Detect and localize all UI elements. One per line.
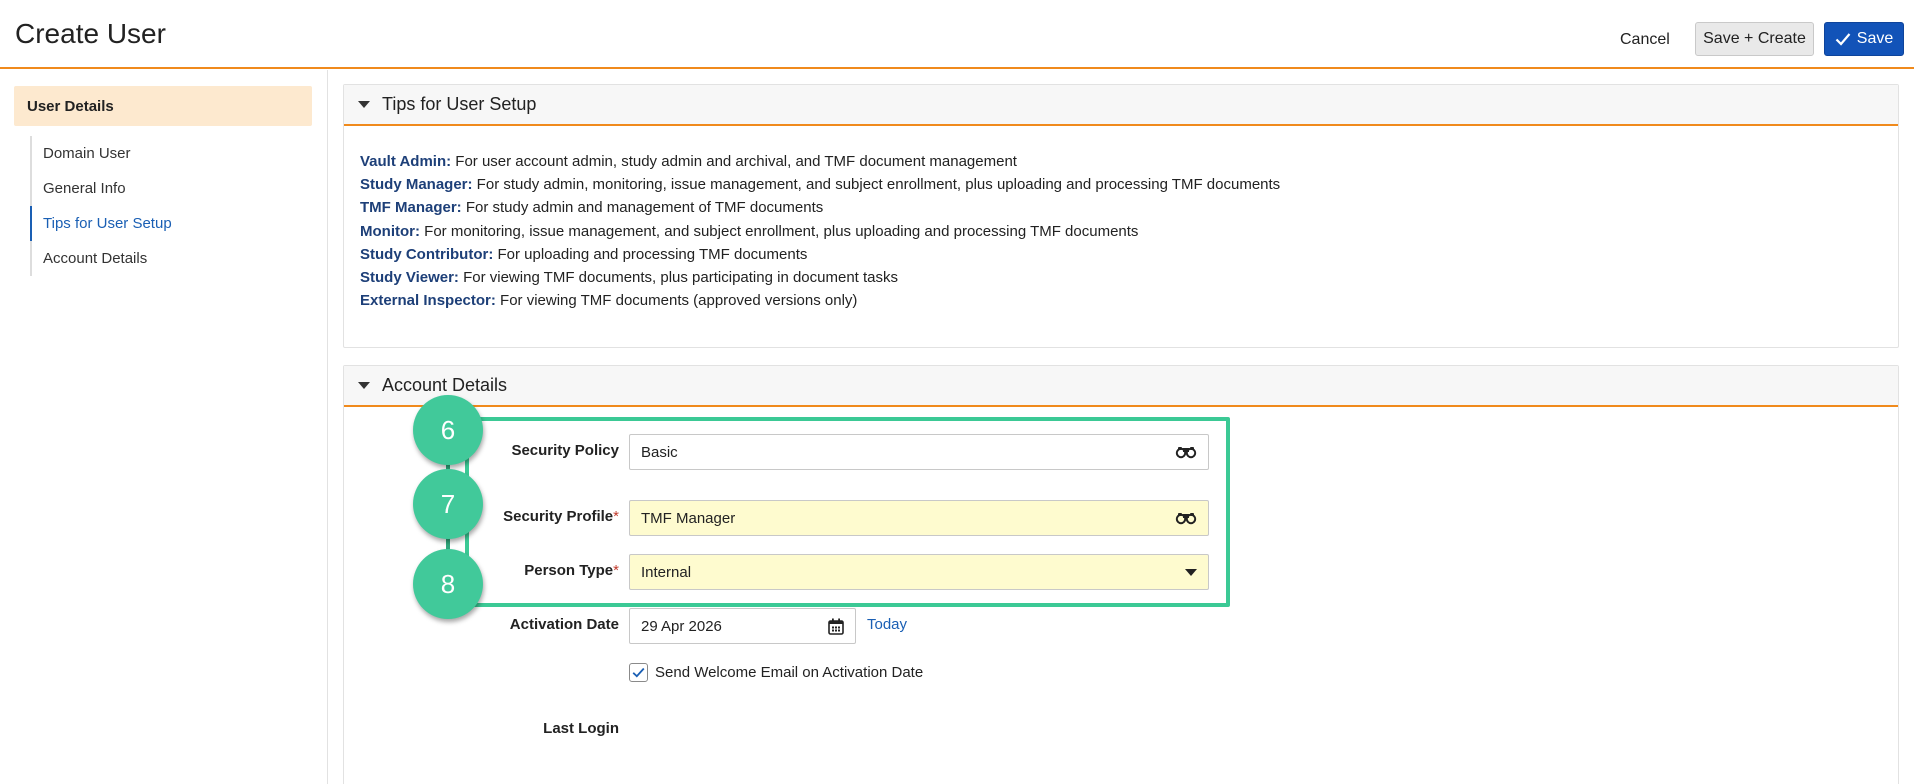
caret-down-icon[interactable] bbox=[358, 382, 370, 389]
callout-badge: 7 bbox=[413, 469, 483, 539]
welcome-email-label[interactable]: Send Welcome Email on Activation Date bbox=[655, 664, 923, 681]
tip-text: For study admin, monitoring, issue manag… bbox=[472, 176, 1281, 194]
tip-line: Study Manager: For study admin, monitori… bbox=[360, 173, 1882, 196]
security-policy-field[interactable]: Basic bbox=[629, 434, 1209, 470]
person-type-select[interactable]: Internal bbox=[629, 554, 1209, 590]
today-link[interactable]: Today bbox=[867, 616, 907, 633]
tip-role: External Inspector: bbox=[360, 292, 496, 310]
tip-text: For user account admin, study admin and … bbox=[451, 153, 1017, 170]
page-title: Create User bbox=[15, 18, 166, 49]
caret-down-icon[interactable] bbox=[358, 101, 370, 108]
sidebar-nav: Domain User General Info Tips for User S… bbox=[30, 136, 270, 276]
save-button[interactable]: Save bbox=[1824, 22, 1904, 56]
tips-list: Vault Admin: For user account admin, stu… bbox=[344, 126, 1898, 312]
activation-date-value: 29 Apr 2026 bbox=[641, 617, 722, 635]
tip-line: Monitor: For monitoring, issue managemen… bbox=[360, 220, 1882, 243]
binoculars-icon[interactable] bbox=[1175, 511, 1197, 525]
binoculars-icon[interactable] bbox=[1175, 445, 1197, 459]
tip-role: TMF Manager: bbox=[360, 199, 462, 217]
tip-role: Study Manager: bbox=[360, 176, 473, 194]
tip-line: External Inspector: For viewing TMF docu… bbox=[360, 289, 1882, 312]
security-profile-label-text: Security Profile bbox=[503, 508, 614, 525]
security-profile-field[interactable]: TMF Manager bbox=[629, 500, 1209, 536]
tip-line: Study Contributor: For uploading and pro… bbox=[360, 243, 1882, 266]
tips-section: Tips for User Setup Vault Admin: For use… bbox=[343, 84, 1899, 348]
tip-role: Study Contributor: bbox=[360, 245, 494, 263]
welcome-email-checkbox[interactable] bbox=[629, 663, 648, 682]
tip-text: For monitoring, issue management, and su… bbox=[419, 222, 1139, 240]
sidebar-item-domain-user[interactable]: Domain User bbox=[30, 136, 270, 171]
sidebar-item-general-info[interactable]: General Info bbox=[30, 171, 270, 206]
tip-role: Study Viewer: bbox=[360, 269, 459, 287]
tips-section-title: Tips for User Setup bbox=[382, 94, 537, 114]
tips-section-header[interactable]: Tips for User Setup bbox=[344, 85, 1898, 126]
tip-text: For study admin and management of TMF do… bbox=[461, 199, 824, 217]
tip-line: Vault Admin: For user account admin, stu… bbox=[360, 150, 1882, 173]
page-header: Create User Cancel Save + Create Save bbox=[0, 0, 1914, 69]
sidebar-heading[interactable]: User Details bbox=[14, 86, 312, 126]
account-section-title: Account Details bbox=[382, 375, 508, 395]
save-button-label: Save bbox=[1856, 30, 1894, 47]
person-type-label-text: Person Type bbox=[524, 562, 614, 579]
security-policy-value: Basic bbox=[641, 443, 678, 461]
sidebar-item-account-details[interactable]: Account Details bbox=[30, 241, 270, 276]
callout-badge: 8 bbox=[413, 549, 483, 619]
chevron-down-icon[interactable] bbox=[1185, 568, 1197, 576]
sidebar-item-tips-for-user-setup[interactable]: Tips for User Setup bbox=[30, 206, 270, 241]
save-create-button[interactable]: Save + Create bbox=[1695, 22, 1814, 56]
tip-text: For viewing TMF documents (approved vers… bbox=[495, 292, 858, 310]
required-marker: * bbox=[613, 562, 619, 579]
person-type-value: Internal bbox=[641, 563, 692, 581]
tip-text: For viewing TMF documents, plus particip… bbox=[458, 269, 899, 287]
required-marker: * bbox=[613, 508, 619, 525]
cancel-button[interactable]: Cancel bbox=[1612, 25, 1678, 55]
tip-text: For uploading and processing TMF documen… bbox=[493, 245, 808, 263]
tip-role: Monitor: bbox=[360, 222, 420, 240]
tip-role: Vault Admin: bbox=[360, 153, 452, 170]
sidebar-divider bbox=[327, 70, 328, 784]
tip-line: Study Viewer: For viewing TMF documents,… bbox=[360, 266, 1882, 289]
callout-badge: 6 bbox=[413, 395, 483, 465]
last-login-label: Last Login bbox=[543, 720, 619, 737]
account-section-header[interactable]: Account Details bbox=[344, 366, 1898, 407]
checkmark-icon bbox=[632, 667, 645, 678]
tip-line: TMF Manager: For study admin and managem… bbox=[360, 196, 1882, 219]
activation-date-input[interactable]: 29 Apr 2026 bbox=[629, 608, 856, 644]
checkmark-icon bbox=[1835, 33, 1851, 46]
calendar-icon[interactable] bbox=[828, 618, 844, 635]
security-profile-value: TMF Manager bbox=[641, 509, 736, 527]
